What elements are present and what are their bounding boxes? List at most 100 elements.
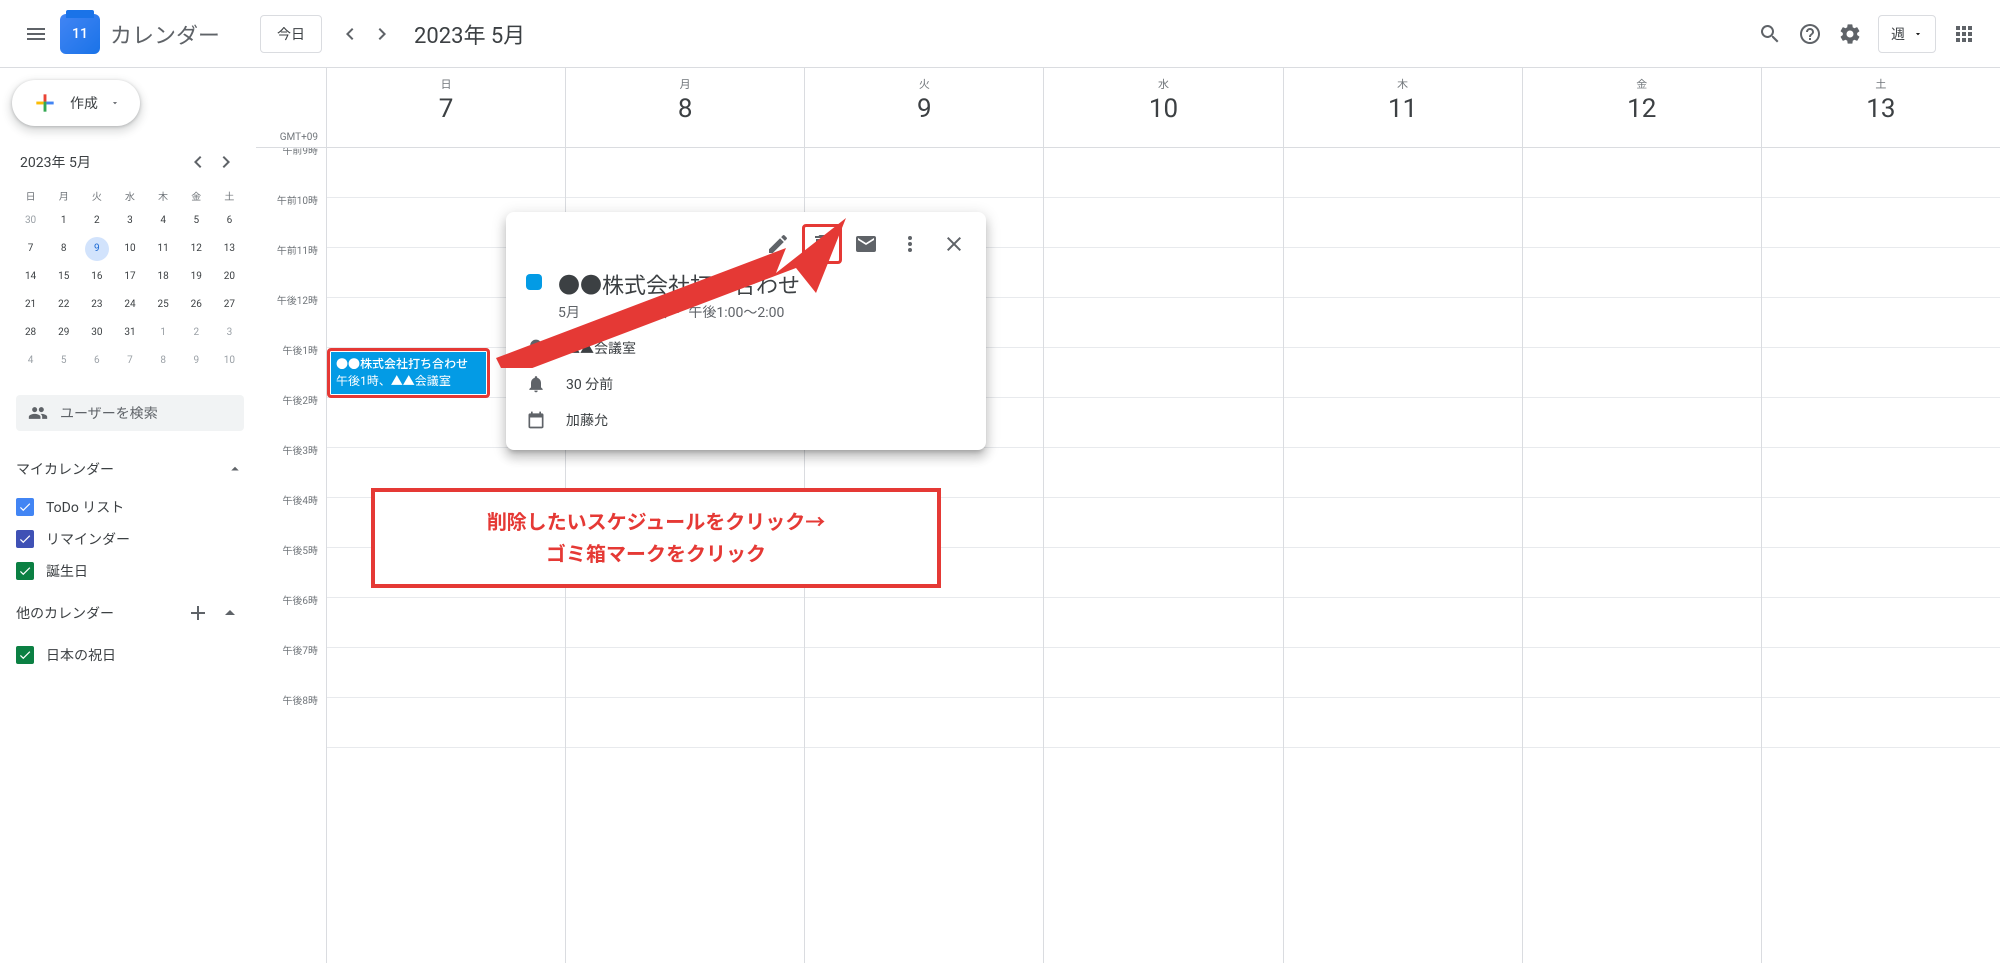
mini-day[interactable]: 7 bbox=[118, 349, 142, 373]
next-week-button[interactable] bbox=[366, 18, 398, 50]
search-users-button[interactable]: ユーザーを検索 bbox=[16, 395, 244, 431]
day-column[interactable] bbox=[1283, 148, 1522, 963]
mini-day[interactable]: 20 bbox=[217, 265, 241, 289]
hour-cell[interactable] bbox=[1044, 348, 1282, 398]
mini-day[interactable]: 29 bbox=[52, 321, 76, 345]
hour-cell[interactable] bbox=[1523, 648, 1761, 698]
calendar-item[interactable]: 誕生日 bbox=[12, 555, 248, 587]
hour-cell[interactable] bbox=[566, 598, 804, 648]
hour-cell[interactable] bbox=[1762, 598, 2000, 648]
mini-day[interactable]: 2 bbox=[184, 321, 208, 345]
hour-cell[interactable] bbox=[1284, 198, 1522, 248]
edit-event-button[interactable] bbox=[758, 224, 798, 264]
mini-day[interactable]: 30 bbox=[19, 209, 43, 233]
hour-cell[interactable] bbox=[566, 698, 804, 748]
expand-other-calendars[interactable] bbox=[216, 599, 244, 627]
hour-cell[interactable] bbox=[1044, 448, 1282, 498]
mini-day[interactable]: 18 bbox=[151, 265, 175, 289]
mini-day[interactable]: 5 bbox=[184, 209, 208, 233]
mini-day[interactable]: 6 bbox=[217, 209, 241, 233]
prev-week-button[interactable] bbox=[334, 18, 366, 50]
mini-day[interactable]: 9 bbox=[85, 237, 109, 261]
mini-day[interactable]: 1 bbox=[151, 321, 175, 345]
mini-day[interactable]: 28 bbox=[19, 321, 43, 345]
hour-cell[interactable] bbox=[1762, 648, 2000, 698]
apps-icon[interactable] bbox=[1944, 14, 1984, 54]
mini-day[interactable]: 14 bbox=[19, 265, 43, 289]
hour-cell[interactable] bbox=[805, 648, 1043, 698]
hour-cell[interactable] bbox=[1284, 398, 1522, 448]
hour-cell[interactable] bbox=[1523, 348, 1761, 398]
hour-cell[interactable] bbox=[1762, 498, 2000, 548]
hour-cell[interactable] bbox=[1284, 248, 1522, 298]
close-popup-button[interactable] bbox=[934, 224, 974, 264]
hour-cell[interactable] bbox=[1044, 648, 1282, 698]
mini-day[interactable]: 22 bbox=[52, 293, 76, 317]
mini-day[interactable]: 10 bbox=[118, 237, 142, 261]
search-icon[interactable] bbox=[1750, 14, 1790, 54]
calendar-item[interactable]: 日本の祝日 bbox=[12, 639, 248, 671]
hour-cell[interactable] bbox=[1523, 148, 1761, 198]
mini-day[interactable]: 23 bbox=[85, 293, 109, 317]
hour-cell[interactable] bbox=[1762, 248, 2000, 298]
mini-day[interactable]: 9 bbox=[184, 349, 208, 373]
day-columns[interactable]: ●●株式会社打ち合わせ 午後1時、▲▲会議室 bbox=[326, 148, 2000, 963]
hour-cell[interactable] bbox=[1284, 448, 1522, 498]
checkbox-icon[interactable] bbox=[16, 646, 34, 664]
hour-cell[interactable] bbox=[1523, 698, 1761, 748]
hour-cell[interactable] bbox=[1044, 398, 1282, 448]
hour-cell[interactable] bbox=[1284, 148, 1522, 198]
hour-cell[interactable] bbox=[1044, 248, 1282, 298]
other-calendars-header[interactable]: 他のカレンダー bbox=[12, 591, 248, 635]
hour-cell[interactable] bbox=[805, 148, 1043, 198]
mini-day[interactable]: 5 bbox=[52, 349, 76, 373]
email-guests-button[interactable] bbox=[846, 224, 886, 264]
mini-next-month[interactable] bbox=[212, 148, 240, 176]
mini-day[interactable]: 21 bbox=[19, 293, 43, 317]
hour-cell[interactable] bbox=[1044, 198, 1282, 248]
hour-cell[interactable] bbox=[327, 698, 565, 748]
mini-day[interactable]: 11 bbox=[151, 237, 175, 261]
mini-day[interactable]: 1 bbox=[52, 209, 76, 233]
mini-day[interactable]: 6 bbox=[85, 349, 109, 373]
hour-cell[interactable] bbox=[1284, 698, 1522, 748]
mini-prev-month[interactable] bbox=[184, 148, 212, 176]
checkbox-icon[interactable] bbox=[16, 498, 34, 516]
mini-day[interactable]: 3 bbox=[217, 321, 241, 345]
hour-cell[interactable] bbox=[1044, 498, 1282, 548]
hour-cell[interactable] bbox=[1762, 148, 2000, 198]
hour-cell[interactable] bbox=[1762, 548, 2000, 598]
day-column[interactable] bbox=[1761, 148, 2000, 963]
hour-cell[interactable] bbox=[1284, 548, 1522, 598]
hour-cell[interactable] bbox=[805, 598, 1043, 648]
app-logo[interactable]: 11 カレンダー bbox=[60, 14, 220, 54]
create-button[interactable]: 作成 bbox=[12, 80, 140, 126]
hour-cell[interactable] bbox=[1762, 448, 2000, 498]
mini-day[interactable]: 2 bbox=[85, 209, 109, 233]
mini-day[interactable]: 17 bbox=[118, 265, 142, 289]
mini-day[interactable]: 31 bbox=[118, 321, 142, 345]
hour-cell[interactable] bbox=[327, 598, 565, 648]
today-button[interactable]: 今日 bbox=[260, 15, 322, 53]
hour-cell[interactable] bbox=[1762, 348, 2000, 398]
hour-cell[interactable] bbox=[1044, 148, 1282, 198]
day-header[interactable]: 水10 bbox=[1043, 68, 1282, 147]
my-calendars-header[interactable]: マイカレンダー bbox=[12, 451, 248, 487]
hour-cell[interactable] bbox=[1523, 448, 1761, 498]
view-selector[interactable]: 週 bbox=[1878, 15, 1936, 53]
help-icon[interactable] bbox=[1790, 14, 1830, 54]
hour-cell[interactable] bbox=[1523, 548, 1761, 598]
checkbox-icon[interactable] bbox=[16, 562, 34, 580]
day-header[interactable]: 火9 bbox=[804, 68, 1043, 147]
hour-cell[interactable] bbox=[1523, 598, 1761, 648]
hour-cell[interactable] bbox=[1044, 548, 1282, 598]
mini-day[interactable]: 16 bbox=[85, 265, 109, 289]
mini-day[interactable]: 30 bbox=[85, 321, 109, 345]
calendar-item[interactable]: リマインダー bbox=[12, 523, 248, 555]
mini-calendar[interactable]: 日月火水木金土301234567891011121314151617181920… bbox=[12, 180, 248, 387]
mini-day[interactable]: 10 bbox=[217, 349, 241, 373]
day-header[interactable]: 木11 bbox=[1283, 68, 1522, 147]
mini-day[interactable]: 8 bbox=[52, 237, 76, 261]
hour-cell[interactable] bbox=[1284, 598, 1522, 648]
menu-icon[interactable] bbox=[16, 14, 56, 54]
